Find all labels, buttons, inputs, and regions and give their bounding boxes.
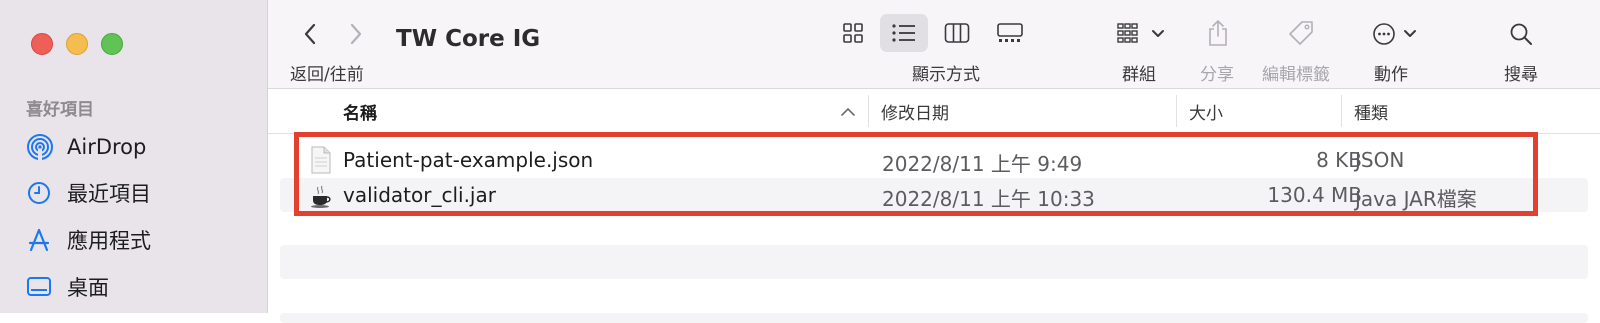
column-header-kind[interactable]: 種類 bbox=[1354, 99, 1388, 124]
columns-view-icon bbox=[944, 23, 970, 43]
sidebar-item-label: 最近項目 bbox=[67, 182, 151, 206]
action-label: 動作 bbox=[1374, 65, 1408, 85]
edit-tags-button[interactable] bbox=[1286, 18, 1316, 48]
search-label: 搜尋 bbox=[1504, 65, 1538, 85]
zoom-window-button[interactable] bbox=[101, 33, 123, 55]
more-actions-icon bbox=[1373, 23, 1416, 45]
group-label: 群組 bbox=[1122, 65, 1156, 85]
applications-icon bbox=[26, 225, 60, 255]
search-icon bbox=[1510, 23, 1532, 45]
search-button[interactable] bbox=[1508, 20, 1534, 48]
toolbar: 返回/往前 TW Core IG 顯示方式 群組 分享 編輯標籤 動作 搜尋 bbox=[268, 0, 1600, 89]
list-view-icon bbox=[892, 24, 915, 42]
java-jar-icon bbox=[310, 181, 332, 209]
sidebar-item-airdrop[interactable]: AirDrop bbox=[26, 130, 146, 164]
share-icon bbox=[1209, 19, 1227, 46]
column-separator[interactable] bbox=[868, 95, 869, 127]
column-view-button[interactable] bbox=[933, 14, 981, 52]
gallery-view-icon bbox=[997, 23, 1023, 42]
share-label: 分享 bbox=[1200, 65, 1234, 85]
tag-icon bbox=[1289, 21, 1313, 45]
minimize-window-button[interactable] bbox=[66, 33, 88, 55]
column-header-size[interactable]: 大小 bbox=[1189, 99, 1223, 124]
sidebar-item-label: AirDrop bbox=[67, 135, 147, 159]
empty-row bbox=[280, 313, 1588, 323]
sidebar-item-label: 應用程式 bbox=[67, 229, 151, 253]
sidebar-item-applications[interactable]: 應用程式 bbox=[26, 223, 151, 257]
group-button[interactable] bbox=[1116, 20, 1168, 48]
json-file-icon bbox=[310, 146, 332, 174]
back-button[interactable] bbox=[300, 20, 322, 48]
share-button[interactable] bbox=[1206, 18, 1230, 48]
forward-button[interactable] bbox=[344, 20, 366, 48]
file-kind: JSON bbox=[1355, 148, 1405, 172]
file-name: Patient-pat-example.json bbox=[343, 148, 594, 172]
file-size: 130.4 MB bbox=[1267, 183, 1362, 207]
chevron-down-icon bbox=[1152, 30, 1164, 37]
file-date: 2022/8/11 上午 9:49 bbox=[882, 152, 1083, 176]
chevron-right-icon bbox=[350, 23, 362, 45]
table-row[interactable]: validator_cli.jar 2022/8/11 上午 10:33 130… bbox=[280, 178, 1588, 212]
list-view-button[interactable] bbox=[880, 14, 928, 52]
edit-tags-label: 編輯標籤 bbox=[1262, 65, 1330, 85]
file-name: validator_cli.jar bbox=[343, 183, 496, 207]
clock-icon bbox=[26, 178, 60, 208]
group-icon bbox=[1117, 23, 1164, 43]
view-label: 顯示方式 bbox=[912, 65, 980, 85]
column-header-row: 名稱 修改日期 大小 種類 bbox=[268, 89, 1600, 134]
sidebar-section-title: 喜好項目 bbox=[26, 100, 94, 120]
sidebar-item-recents[interactable]: 最近項目 bbox=[26, 176, 151, 210]
nav-label: 返回/往前 bbox=[290, 65, 364, 85]
file-date: 2022/8/11 上午 10:33 bbox=[882, 187, 1095, 211]
column-header-name[interactable]: 名稱 bbox=[343, 99, 377, 124]
file-kind: Java JAR檔案 bbox=[1355, 187, 1477, 211]
airdrop-icon bbox=[26, 132, 60, 162]
file-list: 名稱 修改日期 大小 種類 Patient-pat-example.json 2… bbox=[268, 89, 1600, 323]
sidebar-item-label: 桌面 bbox=[67, 276, 109, 300]
sidebar: 喜好項目 AirDrop 最近項目 應用程式 桌面 bbox=[0, 0, 268, 313]
window-title: TW Core IG bbox=[396, 26, 541, 52]
desktop-icon bbox=[26, 272, 60, 302]
sort-ascending-icon[interactable] bbox=[840, 103, 856, 123]
icon-view-button[interactable] bbox=[829, 14, 877, 52]
column-header-date[interactable]: 修改日期 bbox=[881, 99, 949, 124]
grid-view-icon bbox=[843, 23, 863, 43]
empty-row bbox=[280, 245, 1588, 279]
sidebar-item-desktop[interactable]: 桌面 bbox=[26, 270, 109, 304]
column-separator[interactable] bbox=[1176, 95, 1177, 127]
column-separator[interactable] bbox=[1341, 95, 1342, 127]
table-row[interactable]: Patient-pat-example.json 2022/8/11 上午 9:… bbox=[280, 143, 1588, 177]
close-window-button[interactable] bbox=[31, 33, 53, 55]
action-button[interactable] bbox=[1372, 20, 1420, 48]
chevron-left-icon bbox=[304, 23, 316, 45]
gallery-view-button[interactable] bbox=[986, 14, 1034, 52]
